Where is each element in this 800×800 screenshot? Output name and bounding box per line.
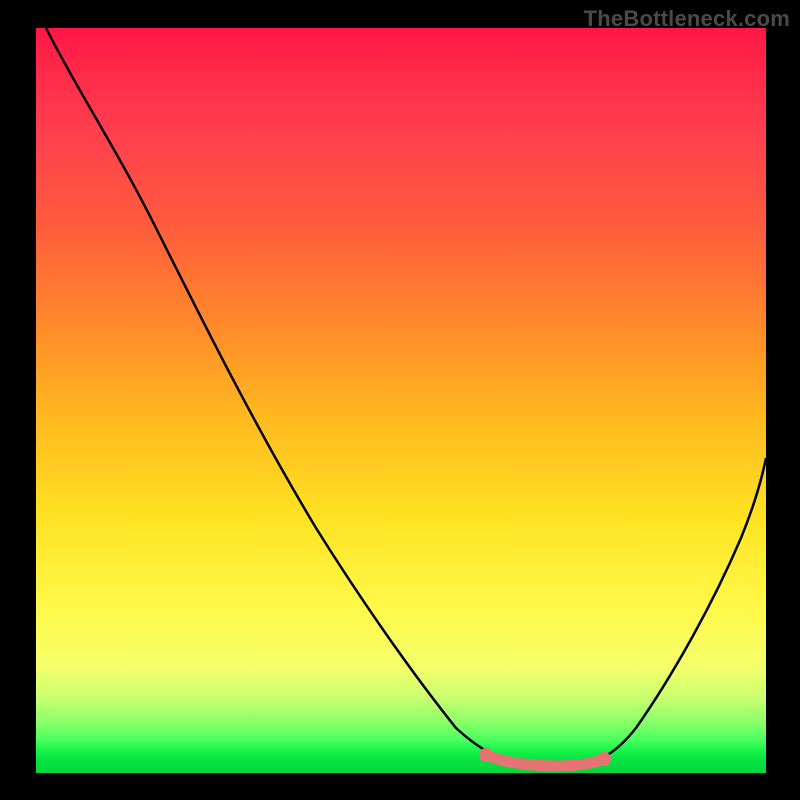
marker-end-dot — [597, 752, 611, 766]
optimal-range-marker — [486, 755, 604, 766]
bottleneck-curve-path — [46, 28, 766, 766]
marker-start-dot — [479, 748, 493, 762]
watermark-label: TheBottleneck.com — [584, 6, 790, 32]
plot-area — [36, 28, 766, 773]
bottleneck-curve-svg — [36, 28, 766, 773]
chart-frame: TheBottleneck.com — [0, 0, 800, 800]
